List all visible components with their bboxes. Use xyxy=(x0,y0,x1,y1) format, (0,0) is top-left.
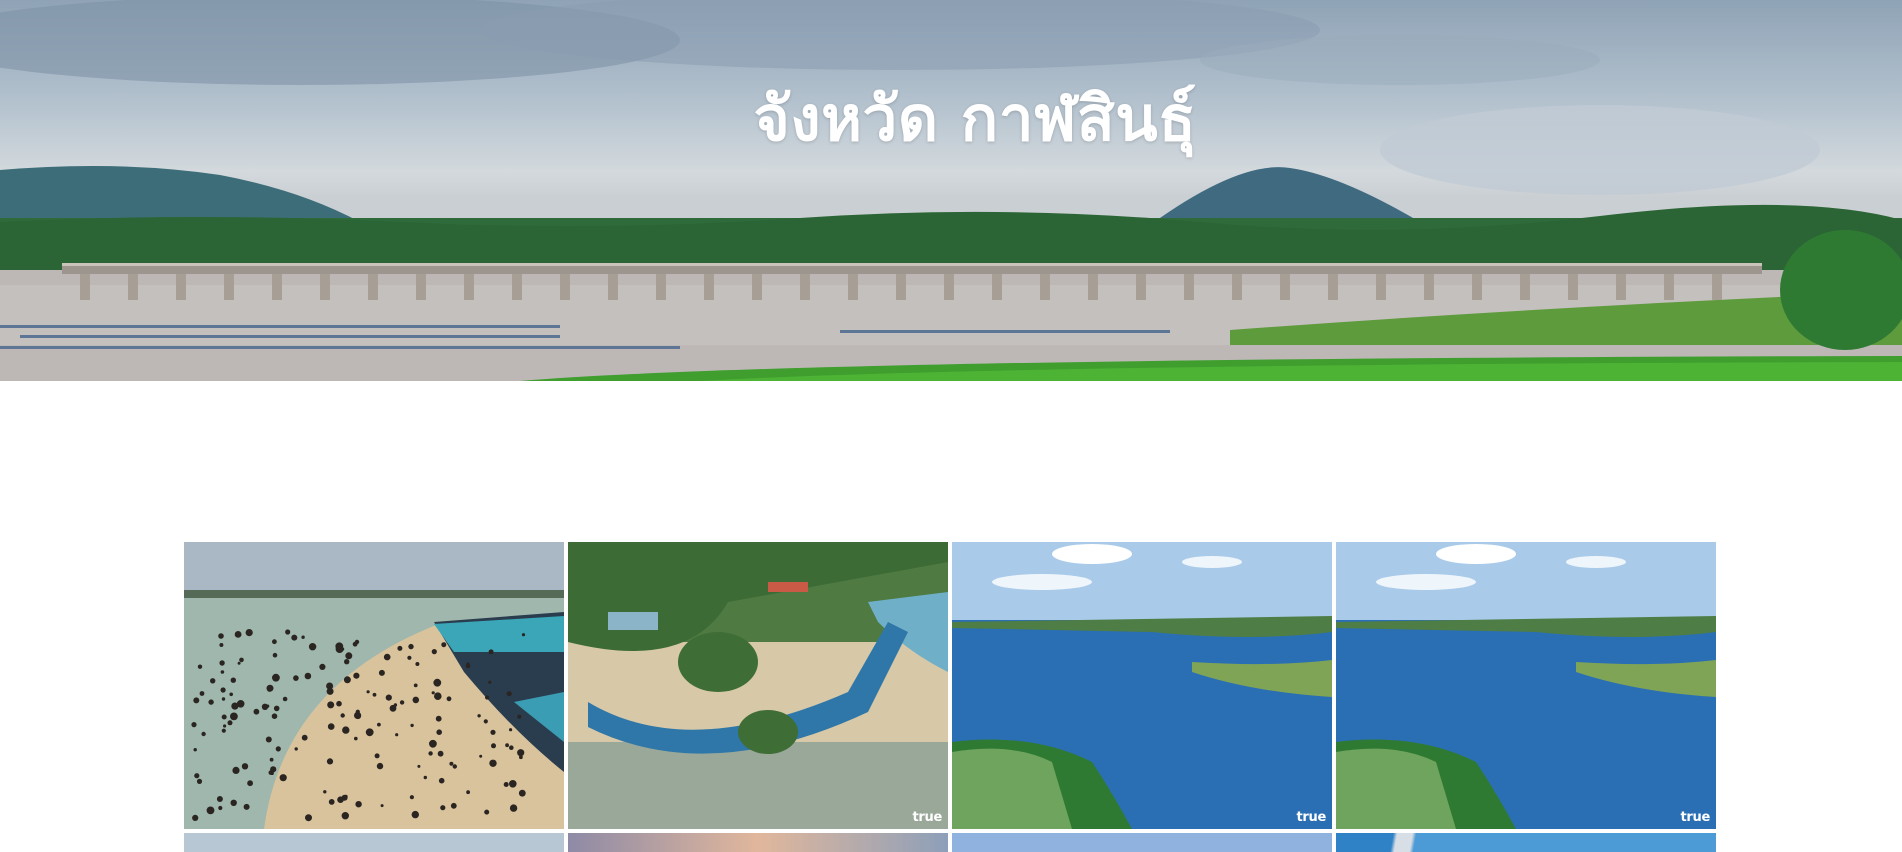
watermark-label: true xyxy=(1296,810,1327,825)
gallery-photo-row2-3[interactable] xyxy=(952,833,1332,852)
gallery-photo-lake[interactable]: true xyxy=(952,542,1332,829)
gallery-photo-row2-2[interactable] xyxy=(568,833,948,852)
gallery-photo-row2-4[interactable] xyxy=(1336,833,1716,852)
gallery-photo-resort[interactable]: true xyxy=(568,542,948,829)
watermark-label: true xyxy=(912,810,943,825)
gallery-photo-lake-2[interactable]: true xyxy=(1336,542,1716,829)
gallery-photo-beach[interactable] xyxy=(184,542,564,829)
gallery-photo-row2-1[interactable] xyxy=(184,833,564,852)
bridge-pillars xyxy=(80,274,1722,300)
hero-banner: จังหวัด กาฬสินธุ์ xyxy=(0,0,1902,381)
page-title: จังหวัด กาฬสินธุ์ xyxy=(753,82,1197,155)
photo-gallery: true true true xyxy=(184,542,1720,852)
watermark-label: true xyxy=(1680,810,1711,825)
